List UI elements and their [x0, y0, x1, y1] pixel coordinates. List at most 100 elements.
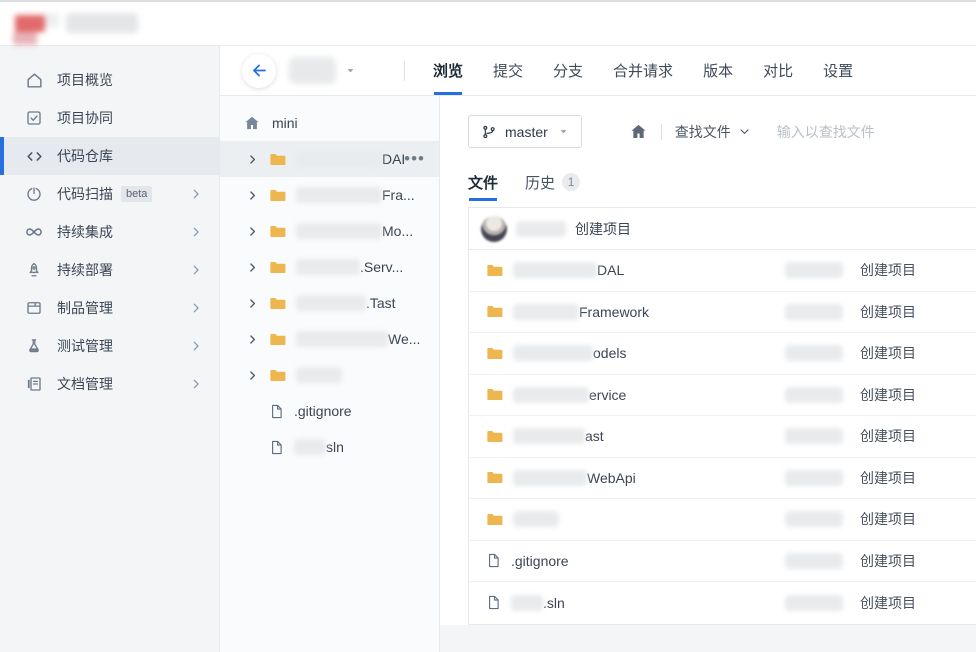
sidebar-item[interactable]: 代码扫描 beta — [0, 175, 219, 213]
chevron-expand-icon[interactable] — [246, 369, 259, 382]
repo-tab[interactable]: 版本 — [703, 46, 733, 95]
file-name: .gitignore — [511, 553, 569, 569]
rocket-icon — [24, 260, 44, 280]
find-file-input[interactable] — [777, 124, 967, 140]
commit-date-cell — [725, 553, 860, 569]
more-menu-icon[interactable]: ••• — [404, 154, 425, 164]
folder-icon — [485, 510, 504, 529]
repo-tab[interactable]: 浏览 — [433, 46, 463, 95]
repo-selector[interactable] — [289, 57, 356, 84]
file-name-redacted — [511, 595, 543, 611]
commit-message-link[interactable]: 创建项目 — [860, 426, 960, 446]
chevron-expand-icon[interactable] — [246, 333, 259, 346]
content-tab-label: 文件 — [468, 172, 498, 193]
topbar — [0, 0, 976, 46]
sidebar-item[interactable]: 代码仓库 — [0, 137, 219, 175]
commit-date-cell — [725, 345, 860, 361]
sidebar-item[interactable]: 项目协同 — [0, 99, 219, 137]
commit-message-link[interactable]: 创建项目 — [860, 385, 960, 405]
content-tab[interactable]: 历史 1 — [525, 172, 580, 201]
chevron-expand-icon[interactable] — [246, 225, 259, 238]
caret-down-icon — [345, 65, 356, 76]
commit-message-link[interactable]: 创建项目 — [860, 260, 960, 280]
commit-message-link[interactable]: 创建项目 — [860, 468, 960, 488]
sidebar-item[interactable]: 文档管理 — [0, 365, 219, 403]
app-logo[interactable] — [10, 7, 62, 47]
file-table: DAL 创建项目 Framework — [469, 250, 976, 624]
code-icon — [24, 146, 44, 166]
repo-name-redacted — [289, 57, 336, 84]
home-filled-icon — [629, 122, 648, 141]
commit-date-redacted — [785, 595, 843, 611]
chevron-expand-icon[interactable] — [246, 297, 259, 310]
file-icon — [485, 594, 502, 611]
file-row[interactable]: ervice 创建项目 — [469, 375, 976, 417]
file-row[interactable]: DAL 创建项目 — [469, 250, 976, 292]
item-name-redacted — [296, 223, 382, 239]
tree-row[interactable]: .Tast — [220, 285, 439, 321]
tree-row[interactable]: sln — [220, 429, 439, 465]
tree-row[interactable]: .gitignore — [220, 393, 439, 429]
file-row[interactable]: ast 创建项目 — [469, 416, 976, 458]
chevron-expand-icon[interactable] — [246, 189, 259, 202]
sidebar-item[interactable]: 制品管理 — [0, 289, 219, 327]
page-background — [440, 625, 976, 652]
repo-tab[interactable]: 设置 — [823, 46, 853, 95]
back-button[interactable] — [242, 54, 276, 88]
commit-date-redacted — [785, 428, 843, 444]
sidebar-item[interactable]: 测试管理 — [0, 327, 219, 365]
sidebar: 项目概览 项目协同 代码仓库 代码扫描 beta — [0, 46, 220, 652]
tree-row[interactable]: .Serv... — [220, 249, 439, 285]
file-row[interactable]: .gitignore 创建项目 — [469, 541, 976, 583]
chevron-expand-icon[interactable] — [246, 261, 259, 274]
chevron-right-icon — [189, 263, 203, 277]
sidebar-item[interactable]: 持续部署 — [0, 251, 219, 289]
tree-row[interactable]: DAL ••• — [220, 141, 439, 177]
repo-tab[interactable]: 对比 — [763, 46, 793, 95]
file-row[interactable]: .sln 创建项目 — [469, 582, 976, 624]
tree-root-item[interactable]: mini — [220, 104, 439, 141]
commit-message-link[interactable]: 创建项目 — [860, 302, 960, 322]
tree-row[interactable]: We... — [220, 321, 439, 357]
repo-tab[interactable]: 分支 — [553, 46, 583, 95]
tree-row[interactable]: Fra... — [220, 177, 439, 213]
git-branch-icon — [481, 124, 497, 140]
branch-selector[interactable]: master — [468, 115, 582, 148]
commit-message-link[interactable]: 创建项目 — [860, 343, 960, 363]
file-row[interactable]: 创建项目 — [469, 499, 976, 541]
folder-icon — [485, 468, 504, 487]
repo-home-button[interactable] — [629, 122, 648, 141]
file-row[interactable]: WebApi 创建项目 — [469, 458, 976, 500]
file-name-cell: Framework — [485, 302, 725, 321]
commit-message-link[interactable]: 创建项目 — [860, 593, 960, 613]
file-row[interactable]: odels 创建项目 — [469, 333, 976, 375]
find-file-dropdown[interactable]: 查找文件 — [675, 122, 751, 142]
file-row[interactable]: Framework 创建项目 — [469, 292, 976, 334]
repo-tab[interactable]: 提交 — [493, 46, 523, 95]
commit-date-redacted — [785, 304, 843, 320]
sidebar-item-label: 代码仓库 — [57, 146, 113, 166]
repo-content: master 查找文件 — [440, 96, 976, 652]
file-icon — [485, 552, 502, 569]
file-tree-panel: mini DAL ••• — [220, 96, 440, 652]
commit-date-cell — [725, 387, 860, 403]
tree-list: DAL ••• Fra... — [220, 141, 439, 465]
chevron-down-icon — [738, 125, 751, 138]
divider — [661, 124, 662, 140]
chevron-expand-icon[interactable] — [246, 153, 259, 166]
file-name-redacted — [513, 345, 593, 361]
content-tab[interactable]: 文件 — [468, 172, 498, 201]
tree-row[interactable]: Mo... — [220, 213, 439, 249]
tree-row[interactable] — [220, 357, 439, 393]
commit-date-cell — [725, 595, 860, 611]
file-name-redacted — [513, 428, 585, 444]
commit-message-link[interactable]: 创建项目 — [860, 551, 960, 571]
repo-tab[interactable]: 合并请求 — [613, 46, 673, 95]
repo-tabs: 浏览 提交 分支 合并请求 版本 对比 设置 — [433, 46, 853, 95]
commit-message[interactable]: 创建项目 — [575, 219, 631, 239]
commit-date-redacted — [785, 511, 843, 527]
divider — [404, 61, 405, 81]
sidebar-item[interactable]: 项目概览 — [0, 61, 219, 99]
commit-message-link[interactable]: 创建项目 — [860, 509, 960, 529]
sidebar-item[interactable]: 持续集成 — [0, 213, 219, 251]
